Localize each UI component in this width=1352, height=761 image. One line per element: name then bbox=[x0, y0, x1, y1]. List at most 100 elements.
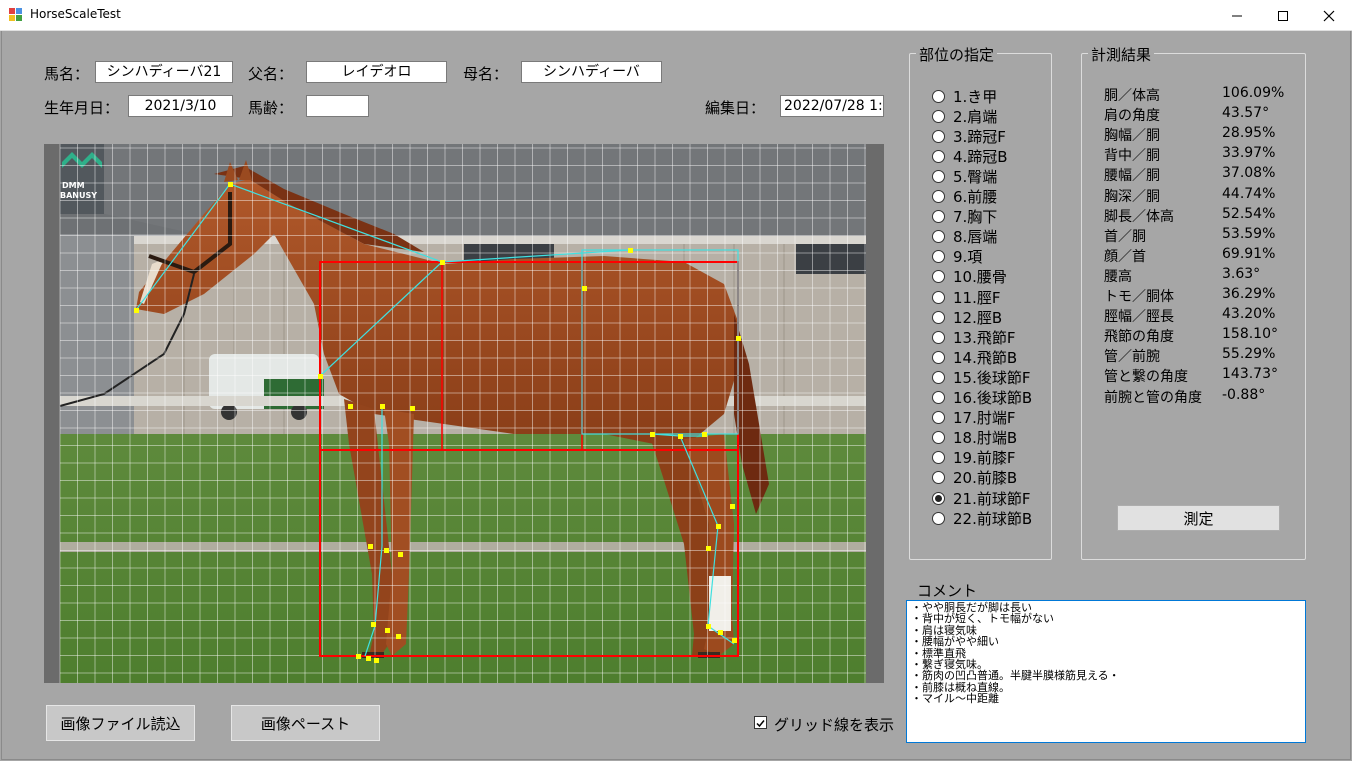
result-name: 前腕と管の角度 bbox=[1104, 389, 1202, 406]
maximize-button[interactable] bbox=[1260, 0, 1306, 31]
result-value: 158.10° bbox=[1222, 326, 1278, 343]
radio-icon[interactable] bbox=[932, 250, 945, 264]
result-name: 胴／体高 bbox=[1104, 88, 1160, 104]
result-name: トモ／胴体 bbox=[1104, 289, 1174, 305]
dam-field[interactable]: シンハディーバ bbox=[521, 61, 662, 83]
radio-icon[interactable] bbox=[932, 109, 945, 123]
measure-button[interactable]: 測定 bbox=[1117, 505, 1280, 531]
part-radio-6[interactable]: 6.前腰 bbox=[932, 187, 997, 207]
app-icon bbox=[9, 8, 23, 22]
part-radio-20[interactable]: 20.前膝B bbox=[932, 468, 1017, 488]
part-radio-14[interactable]: 14.飛節B bbox=[932, 347, 1017, 367]
result-value: 53.59% bbox=[1222, 225, 1276, 242]
age-field[interactable] bbox=[306, 95, 369, 117]
sire-field[interactable]: レイデオロ bbox=[306, 61, 447, 83]
part-radio-label: 10.腰骨 bbox=[953, 268, 1007, 287]
radio-icon[interactable] bbox=[932, 491, 945, 505]
part-radio-13[interactable]: 13.飛節F bbox=[932, 327, 1015, 347]
grid-checkbox-label[interactable]: グリッド線を表示 bbox=[774, 714, 894, 735]
close-button[interactable] bbox=[1306, 0, 1352, 31]
part-radio-15[interactable]: 15.後球節F bbox=[932, 367, 1030, 387]
radio-icon[interactable] bbox=[932, 391, 945, 404]
radio-icon[interactable] bbox=[932, 471, 945, 485]
horse-name-field[interactable]: シンハディーバ21 bbox=[95, 61, 233, 83]
comment-line: ・腰幅がやや細い bbox=[911, 635, 999, 649]
part-radio-18[interactable]: 18.肘端B bbox=[932, 428, 1017, 448]
radio-icon[interactable] bbox=[932, 511, 945, 525]
minimize-icon bbox=[1232, 15, 1242, 16]
paste-image-button[interactable]: 画像ペースト bbox=[231, 705, 380, 741]
radio-icon[interactable] bbox=[932, 190, 945, 203]
load-image-button[interactable]: 画像ファイル読込 bbox=[46, 705, 195, 741]
radio-icon[interactable] bbox=[932, 431, 945, 445]
part-radio-5[interactable]: 5.臀端 bbox=[932, 166, 997, 186]
radio-icon[interactable] bbox=[932, 169, 945, 183]
dam-label: 母名： bbox=[463, 65, 509, 83]
radio-icon[interactable] bbox=[932, 89, 945, 103]
close-icon bbox=[1323, 10, 1335, 21]
part-radio-label: 15.後球節F bbox=[953, 368, 1031, 387]
part-radio-3[interactable]: 3.蹄冠F bbox=[932, 126, 1006, 146]
result-name: 管／前腕 bbox=[1104, 349, 1160, 366]
part-radio-12[interactable]: 12.脛B bbox=[932, 307, 1002, 327]
grid-checkbox[interactable] bbox=[754, 716, 767, 729]
result-name: 腰幅／胴 bbox=[1104, 168, 1160, 185]
part-radio-4[interactable]: 4.蹄冠B bbox=[932, 146, 1008, 166]
radio-icon[interactable] bbox=[932, 370, 945, 384]
result-value: 44.74% bbox=[1222, 185, 1276, 202]
logo-text-banusy: BANUSY bbox=[60, 191, 97, 200]
result-name: 顔／首 bbox=[1104, 248, 1146, 265]
part-radio-10[interactable]: 10.腰骨 bbox=[932, 267, 1007, 287]
part-radio-7[interactable]: 7.胸下 bbox=[932, 207, 997, 227]
part-radio-label: 13.飛節F bbox=[953, 328, 1016, 347]
comment-textarea[interactable]: ・やや胴長だが脚は長い ・背中が短く、トモ幅がない ・肩は寝気味 ・腰幅がやや細い ・標… bbox=[906, 600, 1306, 743]
radio-icon[interactable] bbox=[932, 129, 945, 143]
part-radio-label: 17.肘端F bbox=[953, 409, 1016, 428]
part-radio-16[interactable]: 16.後球節B bbox=[932, 388, 1032, 408]
radio-icon[interactable] bbox=[932, 149, 945, 163]
result-name: 背中／胴 bbox=[1104, 148, 1160, 165]
results-group-title: 計測結果 bbox=[1088, 44, 1155, 65]
radio-icon[interactable] bbox=[932, 290, 945, 304]
part-radio-label: 12.脛B bbox=[953, 308, 1003, 327]
birth-label: 生年月日： bbox=[44, 99, 120, 117]
radio-icon[interactable] bbox=[932, 230, 945, 244]
part-radio-label: 2.肩端 bbox=[953, 107, 998, 126]
title-bar: HorseScaleTest bbox=[0, 0, 1352, 31]
radio-icon[interactable] bbox=[932, 330, 945, 344]
part-radio-19[interactable]: 19.前膝F bbox=[932, 448, 1015, 468]
result-value: -0.88° bbox=[1222, 386, 1266, 403]
minimize-button[interactable] bbox=[1214, 0, 1260, 31]
radio-icon[interactable] bbox=[932, 451, 945, 465]
radio-icon[interactable] bbox=[932, 210, 945, 224]
comment-line: ・マイル～中距離 bbox=[911, 692, 999, 706]
window-title: HorseScaleTest bbox=[30, 7, 121, 21]
part-radio-label: 4.蹄冠B bbox=[953, 147, 1008, 166]
parts-group: 部位の指定 1.き甲 2.肩端 3.蹄冠F 4.蹄冠B 5.臀端 6.前腰 7.胸下 8.唇端… bbox=[909, 44, 1052, 560]
edit-date-field[interactable]: 2022/07/28 1: bbox=[780, 95, 884, 117]
part-radio-21[interactable]: 21.前球節F bbox=[932, 488, 1030, 508]
part-radio-22[interactable]: 22.前球節B bbox=[932, 508, 1032, 528]
result-name: 脚長／体高 bbox=[1104, 208, 1174, 225]
part-radio-1[interactable]: 1.き甲 bbox=[932, 86, 997, 106]
result-value: 43.20% bbox=[1222, 306, 1276, 323]
radio-icon[interactable] bbox=[932, 270, 945, 284]
sire-label: 父名： bbox=[248, 65, 294, 83]
birth-field[interactable]: 2021/3/10 bbox=[128, 95, 233, 117]
part-radio-label: 3.蹄冠F bbox=[953, 127, 1006, 146]
horse-photo-canvas[interactable]: DMM BANUSY bbox=[44, 144, 884, 683]
part-radio-2[interactable]: 2.肩端 bbox=[932, 106, 997, 126]
result-value: 36.29% bbox=[1222, 286, 1276, 302]
part-radio-8[interactable]: 8.唇端 bbox=[932, 227, 997, 247]
part-radio-9[interactable]: 9.項 bbox=[932, 247, 982, 267]
radio-icon[interactable] bbox=[932, 411, 945, 425]
part-radio-11[interactable]: 11.脛F bbox=[932, 287, 1000, 307]
part-radio-label: 22.前球節B bbox=[953, 509, 1033, 528]
radio-icon[interactable] bbox=[932, 350, 945, 364]
part-radio-17[interactable]: 17.肘端F bbox=[932, 408, 1015, 428]
radio-icon[interactable] bbox=[932, 310, 945, 324]
part-radio-label: 16.後球節B bbox=[953, 389, 1033, 407]
result-value: 106.09% bbox=[1222, 85, 1285, 101]
result-name: 胸幅／胴 bbox=[1104, 128, 1160, 145]
result-value: 28.95% bbox=[1222, 125, 1276, 142]
